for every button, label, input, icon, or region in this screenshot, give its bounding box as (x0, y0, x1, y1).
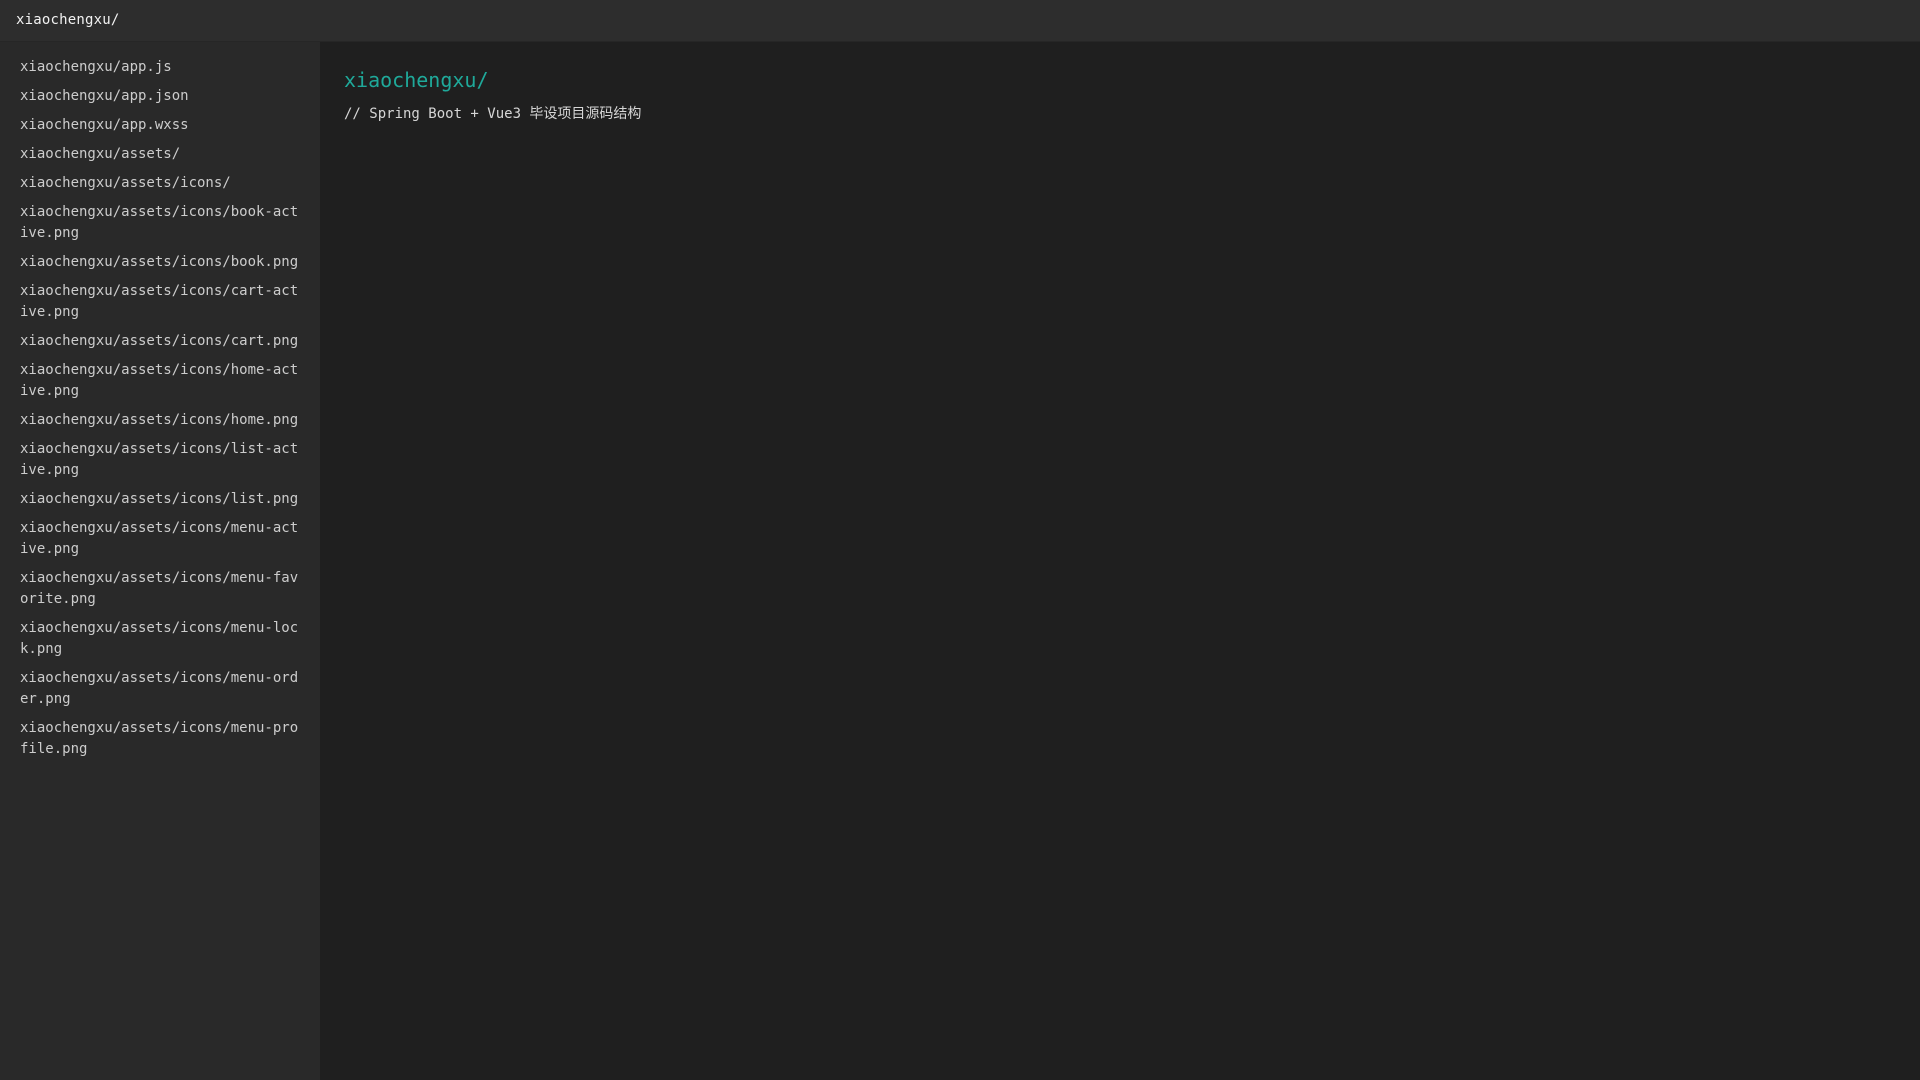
file-item-menu-lock[interactable]: xiaochengxu/assets/icons/menu-lock.png (20, 618, 304, 660)
file-item-cart[interactable]: xiaochengxu/assets/icons/cart.png (20, 331, 304, 352)
main-content: xiaochengxu/ // Spring Boot + Vue3 毕设项目源… (320, 42, 1920, 1080)
file-item-menu-favorite[interactable]: xiaochengxu/assets/icons/menu-favorite.p… (20, 568, 304, 610)
folder-item-icons[interactable]: xiaochengxu/assets/icons/ (20, 173, 304, 194)
file-item-list-active[interactable]: xiaochengxu/assets/icons/list-active.png (20, 439, 304, 481)
file-item-app-js[interactable]: xiaochengxu/app.js (20, 57, 304, 78)
file-item-cart-active[interactable]: xiaochengxu/assets/icons/cart-active.png (20, 281, 304, 323)
file-tree-sidebar: xiaochengxu/app.js xiaochengxu/app.json … (0, 42, 320, 1080)
file-item-home[interactable]: xiaochengxu/assets/icons/home.png (20, 410, 304, 431)
file-item-app-wxss[interactable]: xiaochengxu/app.wxss (20, 115, 304, 136)
description-comment: // Spring Boot + Vue3 毕设项目源码结构 (344, 106, 642, 122)
file-item-menu-active[interactable]: xiaochengxu/assets/icons/menu-active.png (20, 518, 304, 560)
top-bar: xiaochengxu/ (0, 0, 1920, 42)
file-item-menu-order[interactable]: xiaochengxu/assets/icons/menu-order.png (20, 668, 304, 710)
page-title: xiaochengxu/ (344, 68, 489, 92)
file-item-menu-profile[interactable]: xiaochengxu/assets/icons/menu-profile.pn… (20, 718, 304, 760)
file-list: xiaochengxu/app.js xiaochengxu/app.json … (20, 57, 304, 760)
folder-item-assets[interactable]: xiaochengxu/assets/ (20, 144, 304, 165)
window-title: xiaochengxu/ (16, 12, 120, 28)
file-item-book[interactable]: xiaochengxu/assets/icons/book.png (20, 252, 304, 273)
file-item-book-active[interactable]: xiaochengxu/assets/icons/book-active.png (20, 202, 304, 244)
file-item-home-active[interactable]: xiaochengxu/assets/icons/home-active.png (20, 360, 304, 402)
file-item-app-json[interactable]: xiaochengxu/app.json (20, 86, 304, 107)
file-item-list[interactable]: xiaochengxu/assets/icons/list.png (20, 489, 304, 510)
